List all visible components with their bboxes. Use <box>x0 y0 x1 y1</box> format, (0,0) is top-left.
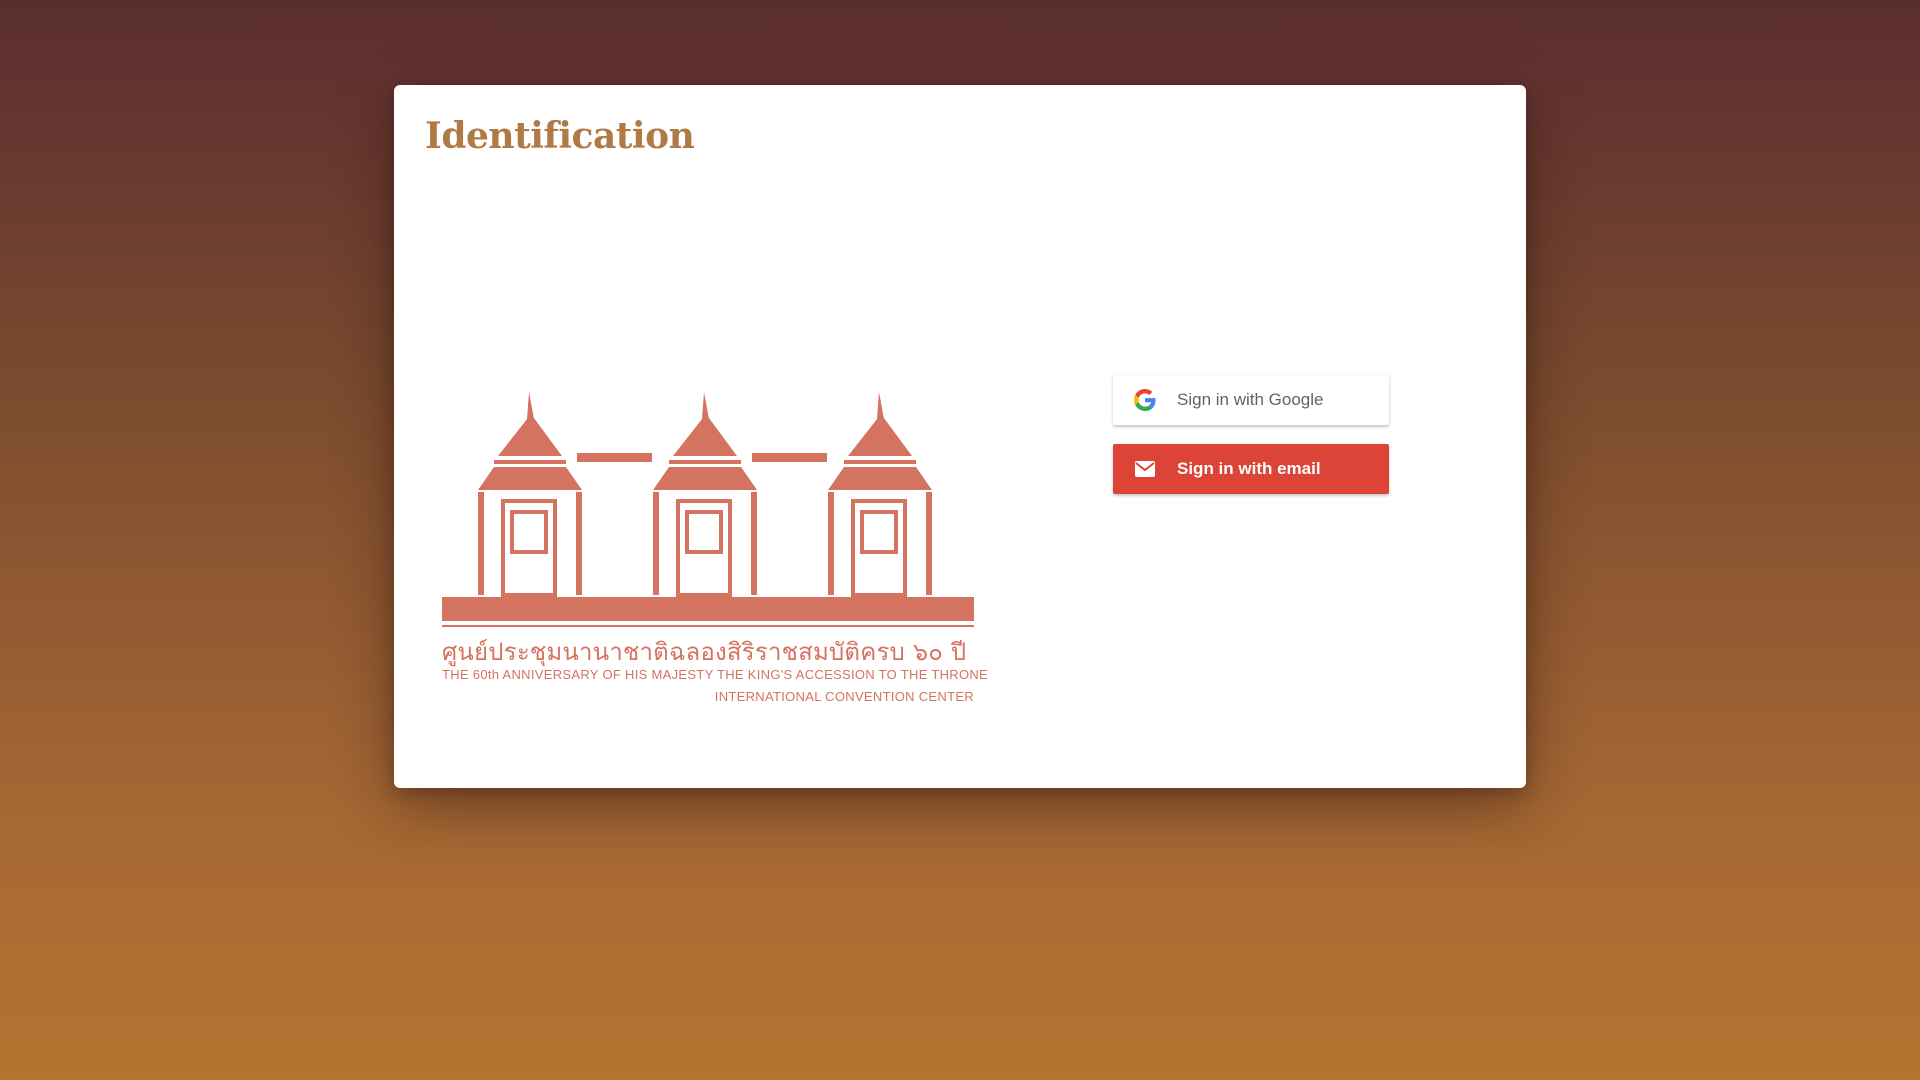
sign-in-with-google-button[interactable]: Sign in with Google <box>1113 375 1389 425</box>
page-title: Identification <box>425 115 695 157</box>
logo-english-line1: THE 60th ANNIVERSARY OF HIS MAJESTY THE … <box>442 667 989 682</box>
identification-card: Identification ศูนย์ประชุมนานาชาติฉลองสิ… <box>394 85 1526 788</box>
logo-english-line2: INTERNATIONAL CONVENTION CENTER <box>714 689 974 704</box>
signin-buttons: Sign in with Google Sign in with email <box>1113 375 1389 494</box>
convention-center-logo: ศูนย์ประชุมนานาชาติฉลองสิริราชสมบัติครบ … <box>442 307 989 707</box>
email-button-label: Sign in with email <box>1177 459 1321 478</box>
logo-building-graphic <box>442 392 974 627</box>
mail-icon <box>1133 457 1157 481</box>
google-button-label: Sign in with Google <box>1177 390 1324 409</box>
logo-thai-text: ศูนย์ประชุมนานาชาติฉลองสิริราชสมบัติครบ … <box>442 638 967 666</box>
google-icon <box>1133 388 1157 412</box>
sign-in-with-email-button[interactable]: Sign in with email <box>1113 444 1389 494</box>
